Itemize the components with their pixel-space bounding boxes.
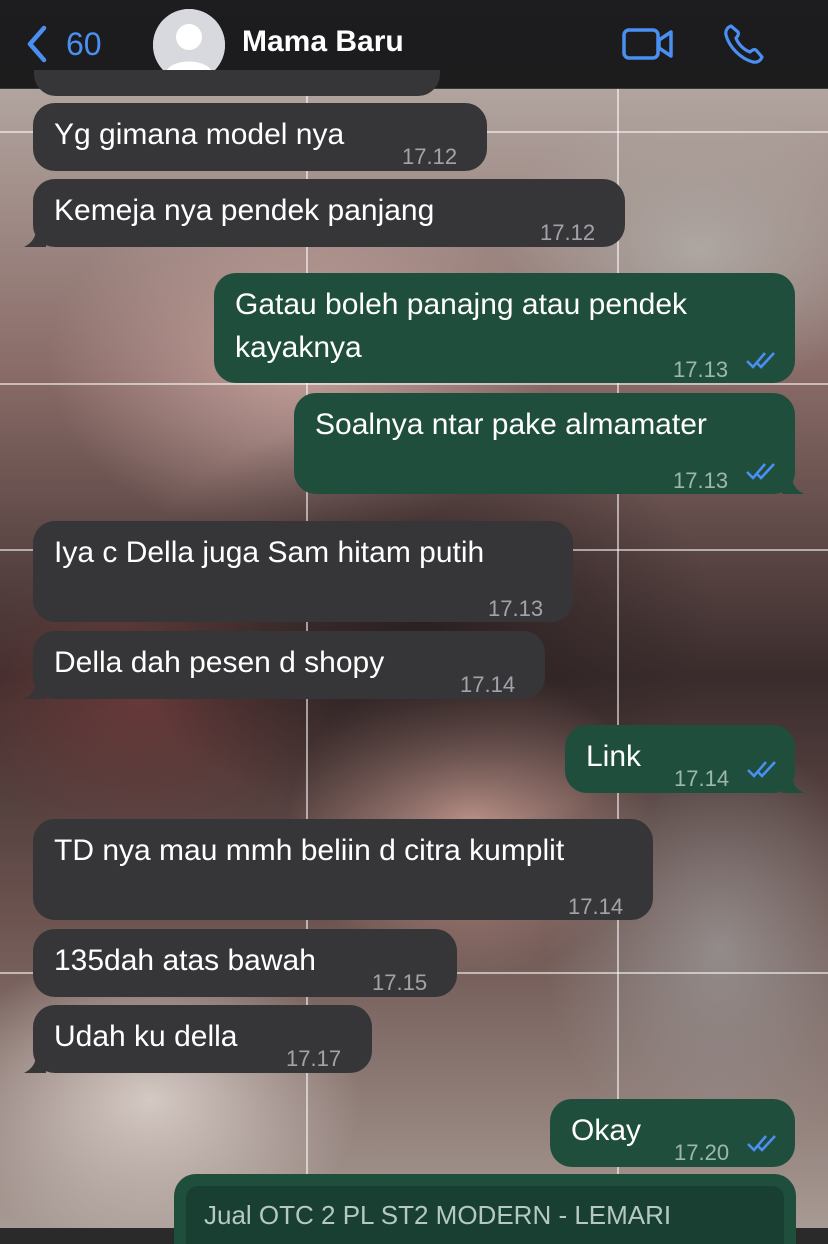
bubble-tail xyxy=(24,229,46,247)
read-receipt-icon xyxy=(746,352,775,369)
incoming-message[interactable]: Della dah pesen d shopy 17.14 xyxy=(24,631,545,699)
incoming-message[interactable]: Yg gimana model nya 17.12 xyxy=(33,103,487,171)
link-preview-message[interactable]: Jual OTC 2 PL ST2 MODERN - LEMARI xyxy=(174,1174,796,1244)
message-time: 17.14 xyxy=(674,766,730,791)
back-button[interactable]: 60 xyxy=(24,24,102,64)
phone-icon[interactable] xyxy=(722,22,766,66)
bubble-tail xyxy=(782,775,804,793)
outgoing-message[interactable]: Okay 17.20 xyxy=(550,1099,795,1167)
message-text: Iya c Della juga Sam hitam putih xyxy=(54,536,485,569)
message-time: 17.13 xyxy=(488,596,544,621)
incoming-message[interactable]: Udah ku della 17.17 xyxy=(24,1005,372,1073)
message-text: 135dah atas bawah xyxy=(54,944,316,977)
message-text: Link xyxy=(586,740,642,773)
message-text: Della dah pesen d shopy xyxy=(54,646,385,679)
outgoing-message[interactable]: Gatau boleh panajng atau pendek kayaknya… xyxy=(214,273,795,383)
message-time: 17.12 xyxy=(540,220,596,245)
unread-count: 60 xyxy=(66,25,102,62)
message-time: 17.20 xyxy=(674,1140,730,1165)
link-preview-title: Jual OTC 2 PL ST2 MODERN - LEMARI xyxy=(204,1200,672,1230)
read-receipt-icon xyxy=(746,463,775,480)
message-time: 17.14 xyxy=(568,894,624,919)
message-bubble-partial xyxy=(34,70,440,96)
message-text: Kemeja nya pendek panjang xyxy=(54,194,435,227)
wallpaper-grid-line xyxy=(617,88,619,1228)
incoming-message[interactable]: 135dah atas bawah 17.15 xyxy=(33,929,457,997)
video-call-icon[interactable] xyxy=(622,26,674,62)
chevron-left-icon xyxy=(27,25,47,63)
message-time: 17.17 xyxy=(286,1046,342,1071)
outgoing-message[interactable]: Link 17.14 xyxy=(565,725,804,793)
message-text-line: Gatau boleh panajng atau pendek xyxy=(235,288,688,321)
bubble-tail xyxy=(24,681,46,699)
message-time: 17.13 xyxy=(673,468,729,493)
link-preview-card[interactable]: Jual OTC 2 PL ST2 MODERN - LEMARI xyxy=(186,1186,784,1244)
message-text: Udah ku della xyxy=(54,1020,238,1053)
message-time: 17.15 xyxy=(372,970,428,995)
incoming-message[interactable]: TD nya mau mmh beliin d citra kumplit 17… xyxy=(33,819,653,920)
bubble-tail xyxy=(782,476,804,494)
message-time: 17.12 xyxy=(402,144,458,169)
contact-name[interactable]: Mama Baru xyxy=(242,25,404,59)
message-text: Okay xyxy=(571,1114,642,1147)
incoming-message[interactable]: Kemeja nya pendek panjang 17.12 xyxy=(24,179,625,247)
message-time: 17.14 xyxy=(460,672,516,697)
read-receipt-icon xyxy=(747,761,776,778)
message-text: TD nya mau mmh beliin d citra kumplit xyxy=(54,834,565,867)
message-text: Soalnya ntar pake almamater xyxy=(315,408,707,441)
message-time: 17.13 xyxy=(673,357,729,382)
incoming-message[interactable]: Iya c Della juga Sam hitam putih 17.13 xyxy=(33,521,573,622)
outgoing-message[interactable]: Soalnya ntar pake almamater 17.13 xyxy=(294,393,804,494)
message-text: Yg gimana model nya xyxy=(54,118,345,151)
read-receipt-icon xyxy=(747,1135,776,1152)
bubble-tail xyxy=(24,1055,46,1073)
